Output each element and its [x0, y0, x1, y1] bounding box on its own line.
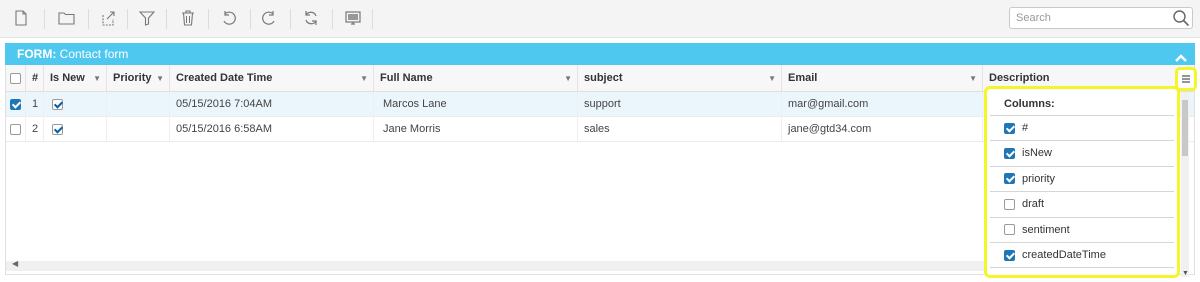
column-header-label: subject [584, 72, 623, 84]
chevron-down-icon[interactable]: ▼ [156, 65, 164, 92]
scroll-down-icon[interactable]: ▼ [1182, 270, 1189, 277]
select-all-cell [6, 65, 26, 92]
horizontal-scrollbar[interactable]: ◀ [6, 259, 986, 271]
is-new-checkbox[interactable] [52, 98, 63, 110]
column-header-label: Is New [50, 72, 85, 84]
column-header-full-name[interactable]: Full Name ▼ [374, 65, 578, 92]
column-option-draft[interactable]: draft [990, 192, 1174, 218]
column-option-checkbox[interactable] [1004, 249, 1015, 261]
filter-icon[interactable] [134, 6, 160, 30]
cell-priority [107, 92, 170, 117]
column-option-createddatetime[interactable]: createdDateTime [990, 243, 1174, 269]
cell-subject: sales [578, 117, 782, 142]
column-option-priority[interactable]: priority [990, 167, 1174, 193]
new-file-icon[interactable] [8, 6, 34, 30]
columns-menu: Columns: # isNew priority draft sentimen… [984, 86, 1180, 278]
refresh-icon[interactable] [298, 6, 324, 30]
delete-icon[interactable] [175, 6, 201, 30]
column-header-created[interactable]: Created Date Time ▼ [170, 65, 374, 92]
column-header-label: Full Name [380, 72, 433, 84]
chevron-down-icon[interactable]: ▼ [93, 65, 101, 92]
column-header-subject[interactable]: subject ▼ [578, 65, 782, 92]
column-header-label: Description [989, 72, 1050, 84]
column-option-checkbox[interactable] [1004, 147, 1015, 159]
column-header-is-new[interactable]: Is New ▼ [44, 65, 107, 92]
search-icon[interactable] [1172, 9, 1190, 30]
cell-priority [107, 117, 170, 142]
search-box [1009, 7, 1193, 29]
column-option-checkbox[interactable] [1004, 173, 1015, 185]
cell-subject: support [578, 92, 782, 117]
scroll-left-icon[interactable]: ◀ [12, 259, 18, 268]
column-option-checkbox[interactable] [1004, 198, 1015, 210]
column-header-label: Email [788, 72, 818, 84]
is-new-checkbox[interactable] [52, 123, 63, 135]
undo-icon[interactable] [216, 6, 242, 30]
cell-full-name: Jane Morris [374, 117, 578, 142]
toolbar [0, 0, 1200, 38]
open-folder-icon[interactable] [53, 6, 79, 30]
chevron-down-icon[interactable]: ▼ [360, 65, 368, 92]
chevron-down-icon[interactable]: ▼ [564, 65, 572, 92]
column-header-num[interactable]: # [26, 65, 44, 92]
cell-email: mar@gmail.com [782, 92, 983, 117]
panel-title: Contact form [59, 47, 129, 61]
cell-num: 2 [26, 117, 44, 142]
search-input[interactable] [1010, 8, 1170, 28]
panel-header: FORM: Contact form [5, 43, 1195, 65]
redo-icon[interactable] [256, 6, 282, 30]
app-frame: FORM: Contact form # Is New ▼ Priority ▼… [0, 0, 1200, 282]
row-select-cell [6, 117, 26, 142]
chevron-down-icon[interactable]: ▼ [969, 65, 977, 92]
vertical-scrollbar[interactable]: ▼ [1181, 92, 1189, 277]
column-option-label: # [1022, 122, 1029, 134]
columns-menu-title: Columns: [990, 92, 1174, 116]
column-option-label: createdDateTime [1022, 248, 1106, 261]
column-header-email[interactable]: Email ▼ [782, 65, 983, 92]
chevron-down-icon[interactable]: ▼ [768, 65, 776, 92]
column-option-checkbox[interactable] [1004, 224, 1015, 236]
column-option-label: sentiment [1022, 223, 1070, 236]
cell-num: 1 [26, 92, 44, 117]
column-option-checkbox[interactable] [1004, 122, 1015, 134]
export-icon[interactable] [95, 6, 121, 30]
column-option-sentiment[interactable]: sentiment [990, 218, 1174, 243]
column-option-label: isNew [1022, 147, 1052, 160]
cell-email: jane@gtd34.com [782, 117, 983, 142]
cell-full-name: Marcos Lane [374, 92, 578, 117]
column-option-isnew[interactable]: isNew [990, 141, 1174, 167]
column-header-label: Priority [113, 72, 152, 84]
column-header-label: Created Date Time [176, 72, 273, 84]
column-option-label: draft [1022, 198, 1045, 211]
hamburger-icon [1182, 75, 1190, 83]
row-checkbox[interactable] [10, 123, 21, 135]
cell-is-new [44, 117, 107, 142]
row-select-cell [6, 92, 26, 117]
select-all-checkbox[interactable] [10, 72, 21, 84]
monitor-icon[interactable] [340, 6, 366, 30]
cell-is-new [44, 92, 107, 117]
column-header-priority[interactable]: Priority ▼ [107, 65, 170, 92]
column-option-label: priority [1022, 172, 1056, 185]
row-checkbox[interactable] [10, 98, 21, 110]
panel-title-prefix: FORM: [17, 47, 57, 61]
cell-created: 05/15/2016 7:04AM [170, 92, 374, 117]
column-option-num[interactable]: # [990, 116, 1174, 142]
scrollbar-thumb[interactable] [1182, 100, 1188, 156]
cell-created: 05/15/2016 6:58AM [170, 117, 374, 142]
